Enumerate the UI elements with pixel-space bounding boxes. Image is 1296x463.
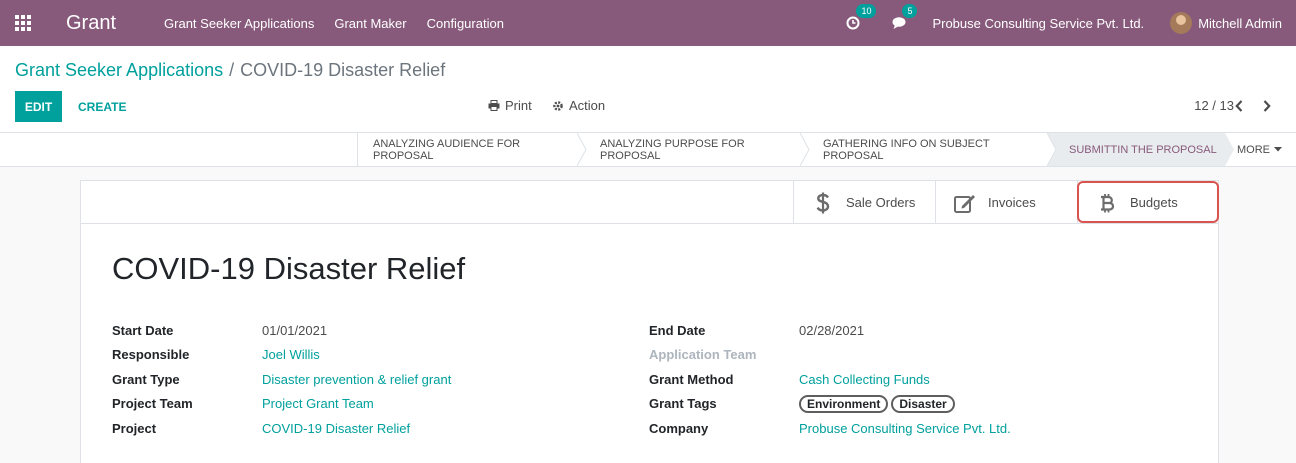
top-navbar: Grant Grant Seeker Applications Grant Ma…: [0, 0, 1296, 46]
grant-tags-label: Grant Tags: [649, 396, 717, 411]
grant-type-label: Grant Type: [112, 372, 180, 387]
comments-icon: [892, 17, 906, 29]
company-link[interactable]: Probuse Consulting Service Pvt. Ltd.: [799, 421, 1011, 436]
grant-type-link[interactable]: Disaster prevention & relief grant: [262, 372, 451, 387]
menu-configuration[interactable]: Configuration: [427, 16, 504, 31]
activity-count-badge: 10: [856, 4, 877, 18]
apps-menu-icon[interactable]: [0, 0, 46, 46]
user-avatar[interactable]: [1170, 12, 1193, 34]
bitcoin-icon: [1096, 192, 1118, 214]
breadcrumb-separator: /: [229, 60, 235, 80]
activity-systray[interactable]: 10: [846, 4, 877, 30]
project-label: Project: [112, 421, 157, 436]
start-date-label: Start Date: [112, 323, 174, 338]
tag-disaster[interactable]: Disaster: [891, 395, 955, 413]
application-team-label: Application Team: [649, 347, 757, 362]
end-date-value: 02/28/2021: [799, 323, 865, 338]
stage-arrow-divider: [1047, 133, 1057, 166]
start-date-value: 01/01/2021: [262, 323, 328, 338]
stage-analyzing-audience[interactable]: ANALYZING AUDIENCE FOR PROPOSAL: [357, 133, 577, 166]
smart-button-box: Sale Orders Invoices Budgets: [81, 181, 1219, 224]
print-dropdown[interactable]: Print: [488, 98, 532, 113]
action-label: Action: [569, 98, 606, 113]
chevron-left-icon: [1235, 100, 1243, 112]
print-icon: [488, 100, 500, 111]
action-dropdown[interactable]: Action: [552, 98, 605, 113]
gear-icon: [553, 100, 563, 111]
project-link[interactable]: COVID-19 Disaster Relief: [262, 421, 410, 436]
budgets-button[interactable]: Budgets: [1077, 181, 1219, 224]
sale-orders-label: Sale Orders: [846, 195, 916, 210]
pager-previous-button[interactable]: [1230, 97, 1248, 115]
menu-grant-seeker-applications[interactable]: Grant Seeker Applications: [164, 16, 314, 31]
breadcrumb-current: COVID-19 Disaster Relief: [240, 60, 446, 80]
pager-next-button[interactable]: [1258, 97, 1276, 115]
breadcrumb: Grant Seeker Applications / COVID-19 Dis…: [15, 60, 445, 81]
sale-orders-button[interactable]: Sale Orders: [793, 181, 935, 224]
dollar-icon: [812, 192, 834, 214]
more-label: MORE: [1237, 143, 1270, 156]
budgets-label: Budgets: [1130, 195, 1178, 210]
company-switcher[interactable]: Probuse Consulting Service Pvt. Ltd.: [932, 16, 1144, 31]
control-panel: Grant Seeker Applications / COVID-19 Dis…: [0, 46, 1296, 133]
grant-tags-list: Environment Disaster: [799, 395, 955, 413]
record-title: COVID-19 Disaster Relief: [112, 251, 466, 286]
chevron-right-icon: [1263, 100, 1271, 112]
company-label: Company: [649, 421, 709, 436]
stage-gathering-info[interactable]: GATHERING INFO ON SUBJECT PROPOSAL: [807, 133, 1047, 166]
menu-grant-maker[interactable]: Grant Maker: [334, 16, 406, 31]
messaging-systray[interactable]: 5: [892, 4, 918, 30]
user-menu[interactable]: Mitchell Admin: [1198, 16, 1282, 31]
stage-statusbar: ANALYZING AUDIENCE FOR PROPOSAL ANALYZIN…: [0, 133, 1296, 167]
project-team-label: Project Team: [112, 396, 193, 411]
edit-button[interactable]: EDIT: [15, 91, 62, 122]
invoices-button[interactable]: Invoices: [935, 181, 1077, 224]
responsible-link[interactable]: Joel Willis: [262, 347, 320, 362]
app-brand[interactable]: Grant: [66, 12, 116, 35]
pencil-square-icon: [954, 192, 976, 214]
breadcrumb-parent-link[interactable]: Grant Seeker Applications: [15, 60, 223, 81]
tag-environment[interactable]: Environment: [799, 395, 889, 413]
messages-count-badge: 5: [902, 4, 918, 18]
form-sheet: Sale Orders Invoices Budgets COVID-19 Di…: [80, 180, 1219, 463]
grant-method-link[interactable]: Cash Collecting Funds: [799, 372, 930, 387]
invoices-label: Invoices: [988, 195, 1036, 210]
responsible-label: Responsible: [112, 347, 190, 362]
stage-submittin-proposal[interactable]: SUBMITTIN THE PROPOSAL: [1047, 133, 1225, 166]
print-label: Print: [505, 98, 532, 113]
caret-down-icon: [1274, 147, 1282, 152]
project-team-link[interactable]: Project Grant Team: [262, 396, 374, 411]
stage-arrow-divider: [1225, 133, 1234, 166]
more-stages-dropdown[interactable]: MORE: [1237, 133, 1282, 166]
clock-icon: [846, 16, 860, 30]
create-button[interactable]: CREATE: [72, 91, 132, 122]
pager-value[interactable]: 12 / 13: [1194, 98, 1234, 113]
grant-method-label: Grant Method: [649, 372, 734, 387]
end-date-label: End Date: [649, 323, 706, 338]
stage-analyzing-purpose[interactable]: ANALYZING PURPOSE FOR PROPOSAL: [584, 133, 800, 166]
